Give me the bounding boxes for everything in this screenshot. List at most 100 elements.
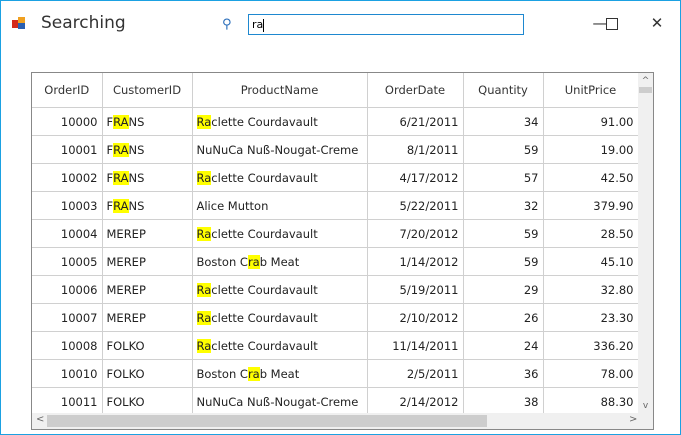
cell-productname[interactable]: Raclette Courdavault (192, 163, 368, 192)
cell-quantity[interactable]: 59 (463, 135, 544, 164)
cell-productname[interactable]: Raclette Courdavault (192, 275, 368, 304)
cell-unitprice[interactable]: 32.80 (543, 275, 639, 304)
cell-orderid[interactable]: 10003 (32, 191, 103, 220)
close-button[interactable]: ✕ (642, 11, 672, 35)
vertical-scrollbar[interactable]: ^ v (638, 73, 653, 413)
cell-customerid[interactable]: MEREP (102, 247, 193, 276)
cell-orderdate[interactable]: 5/22/2011 (367, 191, 464, 220)
cell-orderid[interactable]: 10008 (32, 331, 103, 360)
cell-quantity[interactable]: 26 (463, 303, 544, 332)
cell-orderid[interactable]: 10005 (32, 247, 103, 276)
cell-unitprice[interactable]: 91.00 (543, 107, 639, 136)
cell-quantity[interactable]: 32 (463, 191, 544, 220)
cell-productname[interactable]: Raclette Courdavault (192, 331, 368, 360)
cell-unitprice[interactable]: 28.50 (543, 219, 639, 248)
cell-orderid[interactable]: 10004 (32, 219, 103, 248)
cell-quantity[interactable]: 57 (463, 163, 544, 192)
cell-productname[interactable]: NuNuCa Nuß-Nougat-Creme (192, 387, 368, 416)
cell-unitprice[interactable]: 379.90 (543, 191, 639, 220)
cell-customerid[interactable]: MEREP (102, 275, 193, 304)
cell-customerid[interactable]: FOLKO (102, 387, 193, 416)
cell-customerid[interactable]: FOLKO (102, 359, 193, 388)
search-match-highlight: Ra (196, 310, 212, 325)
cell-quantity[interactable]: 36 (463, 359, 544, 388)
cell-quantity[interactable]: 24 (463, 331, 544, 360)
cell-quantity[interactable]: 59 (463, 219, 544, 248)
text-caret (263, 18, 265, 32)
table-row[interactable]: 10004 MEREP Raclette Courdavault 7/20/2012 5… (32, 219, 639, 248)
cell-customerid[interactable]: MEREP (102, 303, 193, 332)
cell-customerid[interactable]: MEREP (102, 219, 193, 248)
cell-orderdate[interactable]: 2/10/2012 (367, 303, 464, 332)
cell-orderdate[interactable]: 2/5/2011 (367, 359, 464, 388)
table-row[interactable]: 10010 FOLKO Boston Crab Meat 2/5/2011 36 78.0… (32, 359, 639, 388)
cell-orderdate[interactable]: 2/14/2012 (367, 387, 464, 416)
table-row[interactable]: 10001 FRANS NuNuCa Nuß-Nougat-Creme 8/1/201… (32, 135, 639, 164)
search-match-highlight: Ra (196, 114, 212, 129)
horizontal-scroll-thumb[interactable] (47, 415, 487, 427)
cell-customerid[interactable]: FOLKO (102, 331, 193, 360)
column-header-customerid[interactable]: CustomerID (102, 73, 193, 108)
search-match-highlight: RA (113, 198, 129, 213)
cell-customerid[interactable]: FRANS (102, 135, 193, 164)
column-header-quantity[interactable]: Quantity (463, 73, 544, 108)
scroll-down-icon[interactable]: v (638, 401, 653, 411)
cell-orderid[interactable]: 10001 (32, 135, 103, 164)
cell-orderdate[interactable]: 11/14/2011 (367, 331, 464, 360)
cell-orderdate[interactable]: 5/19/2011 (367, 275, 464, 304)
cell-orderid[interactable]: 10010 (32, 359, 103, 388)
table-row[interactable]: 10007 MEREP Raclette Courdavault 2/10/2012 2… (32, 303, 639, 332)
cell-productname[interactable]: Boston Crab Meat (192, 247, 368, 276)
cell-quantity[interactable]: 38 (463, 387, 544, 416)
cell-customerid[interactable]: FRANS (102, 191, 193, 220)
search-input[interactable]: ra (248, 14, 524, 35)
cell-orderdate[interactable]: 1/14/2012 (367, 247, 464, 276)
cell-unitprice[interactable]: 19.00 (543, 135, 639, 164)
table-row[interactable]: 10002 FRANS Raclette Courdavault 4/17/2012 5… (32, 163, 639, 192)
cell-productname[interactable]: Alice Mutton (192, 191, 368, 220)
table-row[interactable]: 10005 MEREP Boston Crab Meat 1/14/2012 59 45.… (32, 247, 639, 276)
cell-quantity[interactable]: 59 (463, 247, 544, 276)
cell-orderid[interactable]: 10007 (32, 303, 103, 332)
vertical-scroll-thumb[interactable] (639, 87, 652, 93)
scroll-up-icon[interactable]: ^ (638, 76, 653, 86)
cell-unitprice[interactable]: 88.30 (543, 387, 639, 416)
cell-orderdate[interactable]: 4/17/2012 (367, 163, 464, 192)
cell-unitprice[interactable]: 23.30 (543, 303, 639, 332)
cell-unitprice[interactable]: 78.00 (543, 359, 639, 388)
cell-unitprice[interactable]: 42.50 (543, 163, 639, 192)
cell-productname[interactable]: Boston Crab Meat (192, 359, 368, 388)
scroll-right-icon[interactable]: > (629, 414, 637, 425)
orders-grid[interactable]: OrderID CustomerID ProductName OrderDate Qua… (31, 72, 654, 430)
cell-productname[interactable]: Raclette Courdavault (192, 303, 368, 332)
cell-orderid[interactable]: 10002 (32, 163, 103, 192)
table-row[interactable]: 10000 FRANS Raclette Courdavault 6/21/2011 3… (32, 107, 639, 136)
column-header-orderdate[interactable]: OrderDate (367, 73, 464, 108)
column-header-unitprice[interactable]: UnitPrice (543, 73, 639, 108)
cell-unitprice[interactable]: 336.20 (543, 331, 639, 360)
scroll-left-icon[interactable]: < (36, 414, 44, 425)
cell-orderid[interactable]: 10000 (32, 107, 103, 136)
cell-orderid[interactable]: 10011 (32, 387, 103, 416)
cell-customerid[interactable]: FRANS (102, 163, 193, 192)
cell-unitprice[interactable]: 45.10 (543, 247, 639, 276)
horizontal-scrollbar[interactable]: < > (32, 413, 638, 429)
cell-orderdate[interactable]: 6/21/2011 (367, 107, 464, 136)
cell-customerid[interactable]: FRANS (102, 107, 193, 136)
window-title: Searching (41, 13, 126, 33)
maximize-button[interactable] (597, 11, 627, 35)
column-header-orderid[interactable]: OrderID (32, 73, 103, 108)
cell-orderdate[interactable]: 8/1/2011 (367, 135, 464, 164)
table-row[interactable]: 10008 FOLKO Raclette Courdavault 11/14/2011… (32, 331, 639, 360)
table-row[interactable]: 10011 FOLKO NuNuCa Nuß-Nougat-Creme 2/14/20… (32, 387, 639, 416)
cell-productname[interactable]: Raclette Courdavault (192, 107, 368, 136)
cell-productname[interactable]: NuNuCa Nuß-Nougat-Creme (192, 135, 368, 164)
table-row[interactable]: 10003 FRANS Alice Mutton 5/22/2011 32 379.90 (32, 191, 639, 220)
cell-orderdate[interactable]: 7/20/2012 (367, 219, 464, 248)
table-row[interactable]: 10006 MEREP Raclette Courdavault 5/19/2011 2… (32, 275, 639, 304)
cell-quantity[interactable]: 29 (463, 275, 544, 304)
column-header-productname[interactable]: ProductName (192, 73, 368, 108)
cell-quantity[interactable]: 34 (463, 107, 544, 136)
cell-productname[interactable]: Raclette Courdavault (192, 219, 368, 248)
cell-orderid[interactable]: 10006 (32, 275, 103, 304)
